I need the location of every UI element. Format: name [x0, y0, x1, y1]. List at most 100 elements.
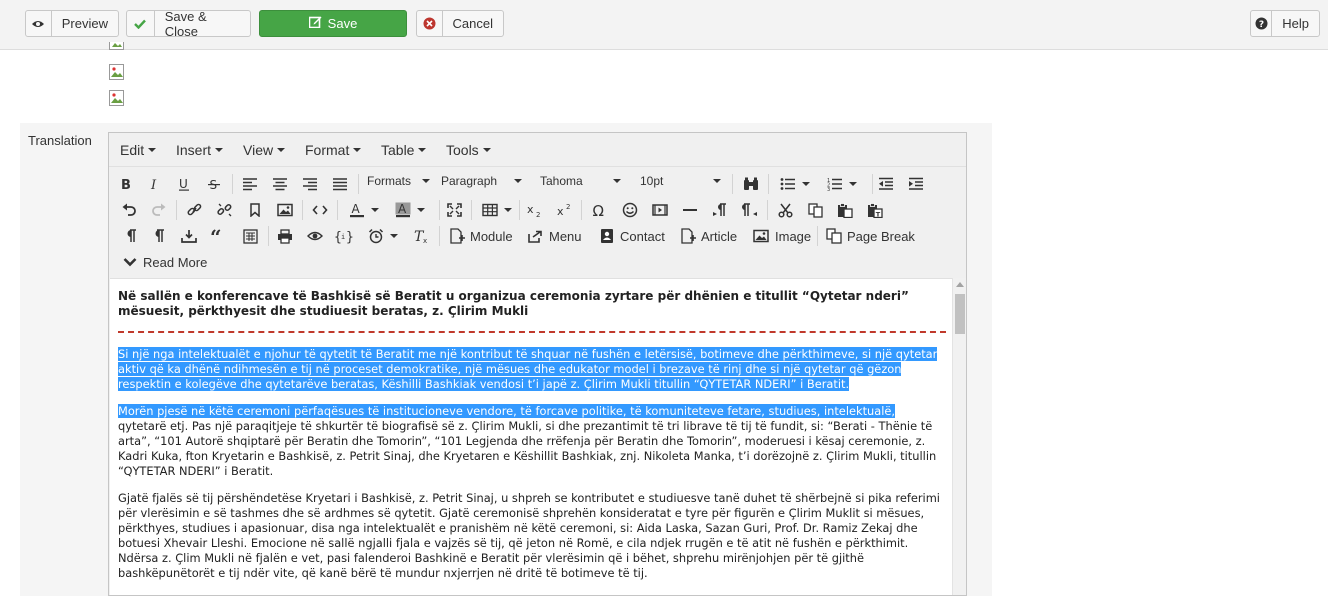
- broken-image-icon: [109, 90, 124, 106]
- preview-button[interactable]: Preview: [25, 10, 119, 37]
- editor-menubar: Edit Insert View Format Table Tools: [109, 133, 966, 167]
- background-color-icon[interactable]: A: [395, 199, 425, 221]
- read-more-button[interactable]: Read More: [123, 251, 207, 273]
- check-icon: [127, 11, 155, 36]
- print-icon[interactable]: [277, 225, 293, 247]
- menu-edit[interactable]: Edit: [120, 142, 157, 158]
- bookmark-icon[interactable]: [249, 199, 261, 221]
- emoticons-icon[interactable]: [622, 199, 638, 221]
- link-icon[interactable]: [187, 199, 202, 221]
- content-scrollbar[interactable]: [952, 278, 966, 595]
- italic-icon[interactable]: I: [148, 173, 162, 195]
- ltr-icon[interactable]: [712, 199, 728, 221]
- insert-datetime-icon[interactable]: [181, 225, 197, 247]
- article-button[interactable]: Article: [680, 225, 737, 247]
- svg-text:A: A: [352, 202, 361, 216]
- visual-chars-icon[interactable]: [152, 225, 166, 247]
- scroll-thumb[interactable]: [955, 294, 965, 334]
- cancel-button[interactable]: Cancel: [416, 10, 504, 37]
- font-size-select[interactable]: 10pt: [640, 174, 725, 188]
- strikethrough-icon[interactable]: S: [207, 173, 221, 195]
- superscript-icon[interactable]: x2: [557, 199, 573, 221]
- selected-text: Morën pjesë në këtë ceremoni përfaqësues…: [118, 404, 896, 418]
- horizontal-rule-icon[interactable]: [682, 199, 698, 221]
- paragraph-icon[interactable]: [123, 225, 137, 247]
- unlink-icon[interactable]: [217, 199, 232, 221]
- svg-text:2: 2: [566, 203, 570, 211]
- outdent-icon[interactable]: [878, 173, 894, 195]
- align-left-icon[interactable]: [242, 173, 258, 195]
- page-break-button[interactable]: Page Break: [826, 225, 915, 247]
- save-button[interactable]: Save: [259, 10, 407, 37]
- dashed-divider: [118, 331, 946, 333]
- font-family-select[interactable]: Tahoma: [540, 174, 625, 188]
- svg-text:i: i: [341, 233, 345, 241]
- module-button[interactable]: Module: [449, 225, 513, 247]
- contact-button[interactable]: Contact: [600, 225, 665, 247]
- article-icon: [681, 228, 696, 244]
- svg-text:x: x: [423, 237, 427, 244]
- edit-icon: [308, 16, 322, 31]
- help-label: Help: [1282, 16, 1309, 31]
- eye-icon: [26, 11, 52, 36]
- cut-icon[interactable]: [778, 199, 793, 221]
- clear-formatting-icon[interactable]: Tx: [414, 225, 430, 247]
- rich-text-editor: Edit Insert View Format Table Tools B I …: [108, 132, 967, 596]
- formats-dropdown[interactable]: Formats: [367, 174, 433, 188]
- save-close-label: Save & Close: [164, 8, 207, 39]
- menu-button[interactable]: Menu: [528, 225, 582, 247]
- svg-text:Ω: Ω: [593, 202, 604, 218]
- cancel-label: Cancel: [452, 16, 493, 31]
- redo-icon[interactable]: [152, 199, 166, 221]
- menu-insert[interactable]: Insert: [176, 142, 224, 158]
- alarm-clock-icon[interactable]: [368, 225, 398, 247]
- blockquote-icon[interactable]: “: [210, 225, 226, 247]
- special-char-icon[interactable]: Ω: [592, 199, 608, 221]
- paste-text-icon[interactable]: T: [867, 199, 883, 221]
- paragraph-3: Gjatë fjalës së tij përshëndetëse Kryeta…: [118, 491, 940, 580]
- find-replace-icon[interactable]: [743, 173, 759, 195]
- chevron-down-icon: [123, 258, 137, 267]
- scroll-up-arrow-icon[interactable]: [956, 282, 964, 287]
- template-icon[interactable]: [243, 225, 258, 247]
- paragraph-1: Si një nga intelektualët e njohur të qyt…: [118, 347, 946, 392]
- broken-image-icon: [109, 42, 124, 50]
- undo-icon[interactable]: [122, 199, 136, 221]
- subscript-icon[interactable]: x2: [527, 199, 543, 221]
- svg-text:“: “: [210, 228, 222, 244]
- copy-icon[interactable]: [808, 199, 824, 221]
- align-justify-icon[interactable]: [332, 173, 348, 195]
- align-right-icon[interactable]: [302, 173, 318, 195]
- help-button[interactable]: ? Help: [1250, 10, 1320, 37]
- paste-icon[interactable]: [837, 199, 853, 221]
- numbered-list-icon[interactable]: 123: [827, 173, 857, 195]
- svg-text:T: T: [876, 210, 881, 218]
- svg-text:B: B: [121, 178, 131, 191]
- menu-table[interactable]: Table: [381, 142, 427, 158]
- paragraph-2: Morën pjesë në këtë ceremoni përfaqësues…: [118, 404, 937, 478]
- media-icon[interactable]: [652, 199, 668, 221]
- bullet-list-icon[interactable]: [780, 173, 810, 195]
- preview-icon[interactable]: [307, 225, 323, 247]
- svg-text:3: 3: [827, 187, 830, 191]
- code-icon[interactable]: [312, 199, 328, 221]
- editor-content-area[interactable]: Në sallën e konferencave të Bashkisë së …: [110, 278, 955, 595]
- block-format-select[interactable]: Paragraph: [441, 174, 526, 188]
- menu-format[interactable]: Format: [305, 142, 362, 158]
- image-button[interactable]: Image: [753, 225, 811, 247]
- text-color-icon[interactable]: A: [349, 199, 379, 221]
- image-icon[interactable]: [277, 199, 293, 221]
- menu-view[interactable]: View: [243, 142, 286, 158]
- indent-icon[interactable]: [908, 173, 924, 195]
- bold-icon[interactable]: B: [119, 173, 133, 195]
- svg-text:2: 2: [536, 211, 540, 218]
- rtl-icon[interactable]: [742, 199, 758, 221]
- menu-tools[interactable]: Tools: [446, 142, 491, 158]
- save-close-button[interactable]: Save & Close: [126, 8, 251, 39]
- fullscreen-icon[interactable]: [447, 199, 462, 221]
- table-icon[interactable]: [482, 199, 512, 221]
- broken-image-icon: [109, 64, 124, 80]
- align-center-icon[interactable]: [272, 173, 288, 195]
- underline-icon[interactable]: U: [177, 173, 191, 195]
- code-sample-icon[interactable]: {i}: [334, 225, 354, 247]
